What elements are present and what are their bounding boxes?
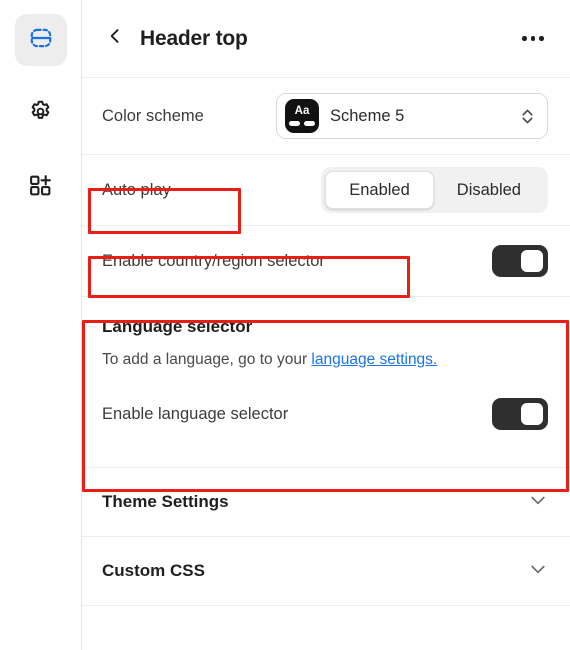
enable-language-selector-label: Enable language selector: [102, 404, 289, 423]
back-button[interactable]: [102, 26, 128, 52]
panel-header: Header top: [82, 0, 570, 78]
chevron-updown-icon: [520, 107, 535, 126]
auto-play-option-enabled[interactable]: Enabled: [325, 171, 434, 209]
accordion-theme-settings[interactable]: Theme Settings: [82, 468, 570, 536]
auto-play-segmented-control: Enabled Disabled: [321, 167, 548, 213]
row-enable-language-selector: Enable language selector: [82, 383, 570, 445]
country-region-label: Enable country/region selector: [102, 251, 325, 270]
sidebar-item-sections[interactable]: [14, 14, 67, 66]
ellipsis-icon: [522, 36, 527, 41]
row-color-scheme: Color scheme Aa Scheme 5: [82, 78, 570, 154]
chevron-down-icon: [528, 559, 548, 584]
more-options-button[interactable]: [518, 26, 548, 52]
left-rail: [0, 0, 82, 650]
language-selector-section: Language selector To add a language, go …: [82, 297, 570, 383]
row-auto-play: Auto play Enabled Disabled: [82, 155, 570, 225]
swatch-pills: [289, 120, 315, 126]
swatch-aa-text: Aa: [294, 105, 310, 118]
sections-icon: [28, 25, 54, 56]
ellipsis-icon: [539, 36, 544, 41]
accordion-custom-css-title: Custom CSS: [102, 561, 205, 580]
chevron-down-icon: [528, 490, 548, 515]
divider: [82, 605, 570, 606]
sidebar-item-settings[interactable]: [15, 88, 67, 140]
color-scheme-select[interactable]: Aa Scheme 5: [276, 93, 548, 139]
toggle-knob: [521, 250, 543, 272]
apps-add-icon: [28, 173, 53, 203]
language-selector-heading: Language selector: [102, 317, 253, 336]
color-scheme-value: Scheme 5: [330, 106, 405, 125]
settings-panel: Header top Color scheme Aa Scheme 5 Auto…: [82, 0, 570, 650]
gear-icon: [28, 99, 53, 129]
language-settings-link[interactable]: language settings.: [311, 351, 437, 368]
ellipsis-icon: [530, 36, 536, 41]
row-country-region: Enable country/region selector: [82, 226, 570, 296]
chevron-left-icon: [105, 26, 125, 51]
accordion-theme-settings-title: Theme Settings: [102, 492, 229, 511]
sidebar-item-add-block[interactable]: [15, 162, 67, 214]
accordion-custom-css[interactable]: Custom CSS: [82, 537, 570, 605]
theme-editor-window: Header top Color scheme Aa Scheme 5 Auto…: [0, 0, 570, 650]
auto-play-label: Auto play: [102, 180, 171, 199]
toggle-knob: [521, 403, 543, 425]
swatch-pill: [304, 120, 315, 126]
auto-play-option-disabled[interactable]: Disabled: [434, 171, 544, 209]
page-title: Header top: [140, 26, 248, 50]
color-scheme-label: Color scheme: [102, 106, 204, 125]
swatch-pill: [289, 120, 300, 126]
language-selector-description-text: To add a language, go to your: [102, 351, 312, 368]
language-selector-toggle[interactable]: [492, 398, 548, 430]
color-scheme-swatch: Aa: [285, 99, 319, 133]
country-region-toggle[interactable]: [492, 245, 548, 277]
language-selector-description: To add a language, go to your language s…: [102, 351, 548, 369]
